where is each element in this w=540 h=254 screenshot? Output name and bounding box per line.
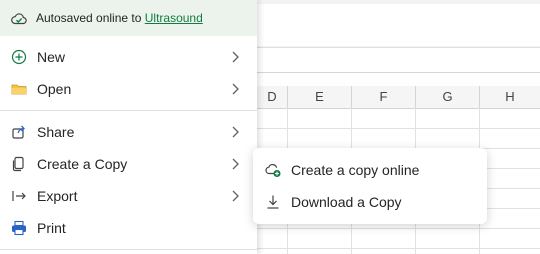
- ribbon-panel: [257, 4, 540, 46]
- column-header[interactable]: D: [257, 86, 288, 109]
- cloud-add-icon: [264, 161, 282, 179]
- copy-icon: [10, 155, 28, 173]
- formula-bar[interactable]: [257, 48, 540, 73]
- share-icon: [10, 123, 28, 141]
- cloud-check-icon: [10, 10, 28, 28]
- column-header[interactable]: H: [480, 86, 540, 109]
- column-header[interactable]: G: [416, 86, 480, 109]
- file-menu: Autosaved online to Ultrasound New Open …: [0, 0, 257, 254]
- chevron-right-icon: [230, 157, 240, 171]
- menu-item-label: New: [37, 49, 66, 65]
- menu-item-label: Open: [37, 81, 72, 97]
- submenu-item-create-copy-online[interactable]: Create a copy online: [253, 154, 487, 186]
- menu-item-open[interactable]: Open: [0, 73, 257, 105]
- export-icon: [10, 187, 28, 205]
- create-copy-submenu: Create a copy online Download a Copy: [253, 148, 487, 224]
- menu-item-label: Share: [37, 124, 75, 140]
- column-header[interactable]: F: [352, 86, 416, 109]
- menu-item-label: Create a Copy: [37, 156, 128, 172]
- menu-separator: [0, 249, 257, 250]
- chevron-right-icon: [230, 189, 240, 203]
- plus-circle-icon: [10, 48, 28, 66]
- chevron-right-icon: [230, 125, 240, 139]
- chevron-right-icon: [230, 82, 240, 96]
- menu-item-export[interactable]: Export: [0, 180, 257, 212]
- column-header[interactable]: E: [288, 86, 352, 109]
- menu-item-new[interactable]: New: [0, 41, 257, 73]
- grid-line: [257, 128, 540, 129]
- chevron-right-icon: [230, 50, 240, 64]
- autosave-banner: Autosaved online to Ultrasound: [0, 0, 257, 36]
- printer-icon: [10, 219, 28, 237]
- menu-item-label: Export: [37, 188, 78, 204]
- menu-item-print[interactable]: Print: [0, 212, 257, 244]
- menu-item-label: Print: [37, 220, 66, 236]
- submenu-item-label: Download a Copy: [291, 194, 402, 210]
- folder-icon: [10, 80, 28, 98]
- grid-line: [257, 248, 540, 249]
- menu-item-create-copy[interactable]: Create a Copy: [0, 148, 257, 180]
- menu-item-share[interactable]: Share: [0, 116, 257, 148]
- submenu-item-download-copy[interactable]: Download a Copy: [253, 186, 487, 218]
- menu-separator: [0, 110, 257, 111]
- autosave-location-link[interactable]: Ultrasound: [145, 11, 203, 25]
- grid-line: [257, 228, 540, 229]
- autosave-text: Autosaved online to Ultrasound: [36, 11, 203, 25]
- submenu-item-label: Create a copy online: [291, 162, 420, 178]
- download-icon: [264, 193, 282, 211]
